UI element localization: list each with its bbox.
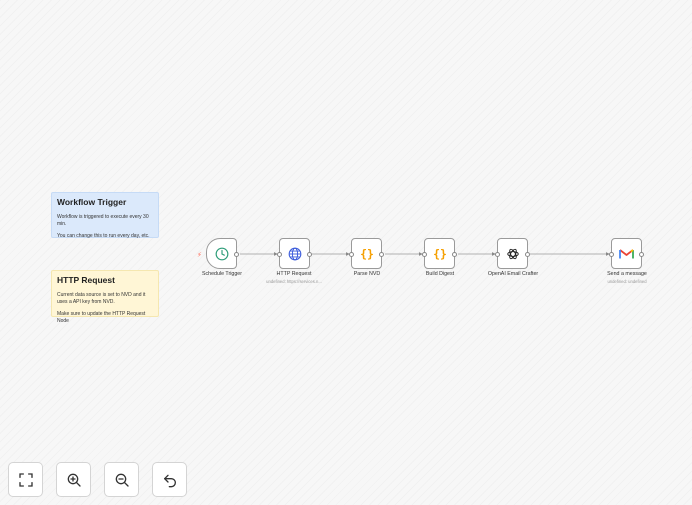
- input-port[interactable]: [277, 252, 282, 257]
- node-subtitle: undefined: undefined: [607, 279, 647, 284]
- node-http-request[interactable]: [277, 238, 312, 269]
- clock-icon: [215, 247, 228, 260]
- output-port[interactable]: [525, 252, 530, 257]
- zoom-out-icon: [115, 473, 129, 487]
- output-port[interactable]: [639, 252, 644, 257]
- fit-view-icon: [18, 472, 33, 487]
- node-build-digest[interactable]: {}: [422, 238, 457, 269]
- output-port[interactable]: [379, 252, 384, 257]
- openai-icon: [506, 248, 519, 259]
- trigger-bolt-icon: ⚡: [197, 252, 202, 259]
- connections-layer: [240, 252, 610, 256]
- output-port[interactable]: [452, 252, 457, 257]
- node-subtitle: undefined: https://services.n...: [266, 279, 322, 284]
- braces-icon: {}: [360, 247, 374, 261]
- braces-icon: {}: [433, 247, 447, 261]
- output-port[interactable]: [307, 252, 312, 257]
- node-label: OpenAI Email Crafter: [487, 271, 539, 277]
- node-send-a-message[interactable]: [609, 238, 644, 269]
- undo-icon: [163, 474, 176, 487]
- undo-button[interactable]: [152, 462, 187, 497]
- node-parse-nvd[interactable]: {}: [349, 238, 384, 269]
- node-label: Send a message: [607, 271, 647, 277]
- node-openai-email-crafter[interactable]: [495, 238, 530, 269]
- input-port[interactable]: [609, 252, 614, 257]
- node-schedule-trigger[interactable]: [206, 238, 239, 269]
- output-port[interactable]: [234, 252, 239, 257]
- gmail-icon: [619, 248, 634, 258]
- workflow-canvas[interactable]: Workflow Trigger Workflow is triggered t…: [0, 0, 692, 505]
- svg-text:{}: {}: [360, 247, 374, 261]
- zoom-in-icon: [67, 473, 81, 487]
- input-port[interactable]: [349, 252, 354, 257]
- globe-icon: [288, 247, 301, 260]
- zoom-out-button[interactable]: [104, 462, 139, 497]
- input-port[interactable]: [422, 252, 427, 257]
- fit-view-button[interactable]: [8, 462, 43, 497]
- svg-text:{}: {}: [433, 247, 447, 261]
- zoom-in-button[interactable]: [56, 462, 91, 497]
- input-port[interactable]: [495, 252, 500, 257]
